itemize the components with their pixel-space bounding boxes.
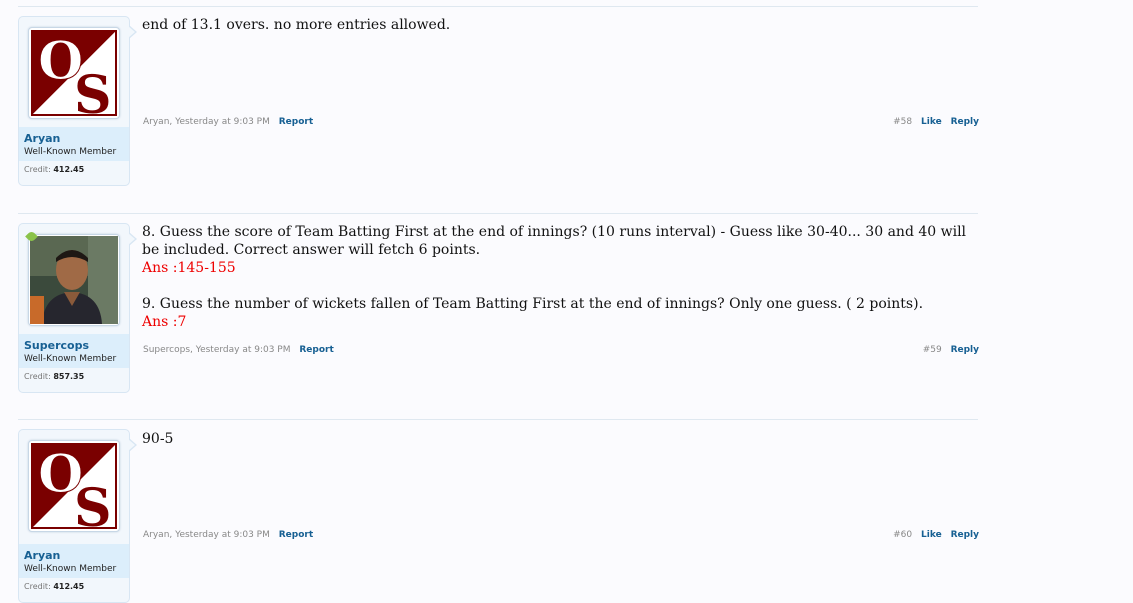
post-divider <box>18 213 978 214</box>
post-number[interactable]: #60 <box>893 530 912 540</box>
username-link[interactable]: Aryan <box>24 132 129 145</box>
credit-value: 412.45 <box>53 582 85 591</box>
post-number[interactable]: #58 <box>893 117 912 127</box>
post-59: Supercops Well-Known Member Credit: 857.… <box>18 213 980 413</box>
post-time[interactable]: Yesterday at 9:03 PM <box>196 345 291 355</box>
post-number[interactable]: #59 <box>923 345 942 355</box>
user-title: Well-Known Member <box>24 354 117 364</box>
post-time[interactable]: Yesterday at 9:03 PM <box>175 530 270 540</box>
os-logo-icon: O S <box>31 443 117 530</box>
post-divider <box>18 6 978 7</box>
user-credit: Credit: 412.45 <box>24 165 85 174</box>
like-link[interactable]: Like <box>921 530 942 540</box>
username-link[interactable]: Aryan <box>24 549 129 562</box>
post-60: O S Aryan Well-Known Member Credit: 412.… <box>18 419 980 603</box>
user-block: O S Aryan Well-Known Member Credit: 412.… <box>18 16 137 186</box>
credit-label: Credit <box>24 165 49 174</box>
message-line: 90-5 <box>142 431 174 447</box>
message-line: end of 13.1 overs. no more entries allow… <box>142 17 451 33</box>
reply-link[interactable]: Reply <box>951 530 979 540</box>
os-logo-icon: O S <box>31 30 117 117</box>
credit-value: 412.45 <box>53 165 85 174</box>
message-arrow <box>128 232 137 246</box>
message-meta: Supercops, Yesterday at 9:03 PM Report #… <box>143 345 979 355</box>
avatar[interactable] <box>28 234 120 326</box>
user-photo-icon <box>30 236 118 324</box>
message-answer: Ans :145-155 <box>142 260 236 276</box>
user-title: Well-Known Member <box>24 564 117 574</box>
avatar[interactable]: O S <box>28 440 120 532</box>
author-link[interactable]: Aryan <box>143 530 169 540</box>
reply-link[interactable]: Reply <box>951 345 979 355</box>
message-answer: Ans :7 <box>142 314 187 330</box>
user-nameband: Aryan Well-Known Member <box>19 544 129 578</box>
user-block: O S Aryan Well-Known Member Credit: 412.… <box>18 429 137 603</box>
report-link[interactable]: Report <box>299 345 333 355</box>
message-body: 90-5 <box>142 430 980 448</box>
avatar[interactable]: O S <box>28 27 120 119</box>
message-question: 9. Guess the number of wickets fallen of… <box>142 296 924 312</box>
message-meta: Aryan, Yesterday at 9:03 PM Report #60 L… <box>143 530 979 540</box>
message-meta: Aryan, Yesterday at 9:03 PM Report #58 L… <box>143 117 979 127</box>
message-question: 8. Guess the score of Team Batting First… <box>142 224 967 258</box>
report-link[interactable]: Report <box>279 117 313 127</box>
author-link[interactable]: Supercops <box>143 345 190 355</box>
author-link[interactable]: Aryan <box>143 117 169 127</box>
svg-text:S: S <box>74 478 112 530</box>
report-link[interactable]: Report <box>279 530 313 540</box>
credit-value: 857.35 <box>53 372 85 381</box>
user-credit: Credit: 857.35 <box>24 372 85 381</box>
message-arrow <box>128 25 137 39</box>
credit-label: Credit <box>24 582 49 591</box>
message-body: 8. Guess the score of Team Batting First… <box>142 223 980 331</box>
user-credit: Credit: 412.45 <box>24 582 85 591</box>
post-58: O S Aryan Well-Known Member Credit: 412.… <box>18 6 980 206</box>
like-link[interactable]: Like <box>921 117 942 127</box>
message-arrow <box>128 438 137 452</box>
user-title: Well-Known Member <box>24 147 117 157</box>
reply-link[interactable]: Reply <box>951 117 979 127</box>
user-nameband: Supercops Well-Known Member <box>19 334 129 368</box>
message-body: end of 13.1 overs. no more entries allow… <box>142 16 980 34</box>
post-divider <box>18 419 978 420</box>
username-link[interactable]: Supercops <box>24 339 129 352</box>
svg-text:S: S <box>74 65 112 117</box>
user-block: Supercops Well-Known Member Credit: 857.… <box>18 223 137 393</box>
user-nameband: Aryan Well-Known Member <box>19 127 129 161</box>
post-time[interactable]: Yesterday at 9:03 PM <box>175 117 270 127</box>
credit-label: Credit <box>24 372 49 381</box>
